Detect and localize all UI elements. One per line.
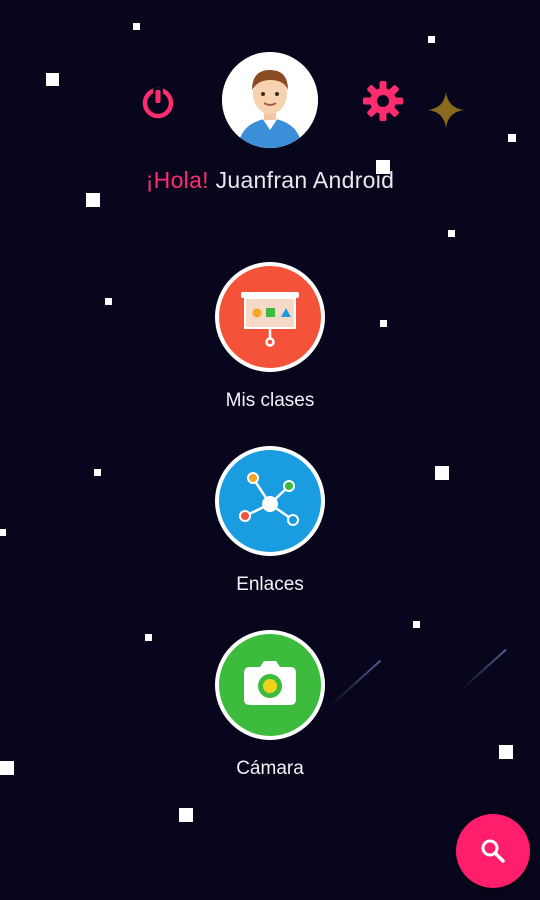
search-fab-button[interactable] bbox=[456, 814, 530, 888]
star bbox=[508, 134, 516, 142]
shooting-star bbox=[459, 648, 507, 692]
search-icon bbox=[481, 839, 505, 863]
star bbox=[0, 529, 6, 536]
mis-clases-label: Mis clases bbox=[225, 390, 315, 411]
camera-icon bbox=[244, 661, 296, 705]
user-avatar[interactable] bbox=[222, 52, 318, 148]
enlaces-label: Enlaces bbox=[236, 574, 304, 595]
star bbox=[145, 634, 152, 641]
star bbox=[448, 230, 455, 237]
menu-item-mis-clases[interactable]: Mis clases bbox=[190, 262, 350, 412]
sparkle-decoration bbox=[424, 88, 468, 132]
user-name: Juanfran Android bbox=[215, 167, 395, 193]
star bbox=[428, 36, 435, 43]
enlaces-button[interactable] bbox=[215, 446, 325, 556]
greeting-hello: ¡Hola! bbox=[145, 167, 209, 193]
camara-label: Cámara bbox=[236, 758, 304, 779]
star bbox=[499, 745, 513, 759]
star bbox=[86, 193, 100, 207]
sparkle-icon bbox=[428, 92, 464, 128]
star bbox=[0, 761, 14, 775]
menu-item-camara[interactable]: Cámara bbox=[190, 630, 350, 780]
camara-button[interactable] bbox=[215, 630, 325, 740]
star bbox=[94, 469, 101, 476]
gear-icon bbox=[363, 81, 403, 121]
power-icon bbox=[142, 87, 174, 119]
star bbox=[380, 320, 387, 327]
greeting-text: ¡Hola! Juanfran Android bbox=[0, 167, 540, 194]
network-links-icon bbox=[239, 472, 299, 526]
presentation-board-icon bbox=[241, 292, 299, 347]
settings-button[interactable] bbox=[360, 78, 406, 124]
mis-clases-button[interactable] bbox=[215, 262, 325, 372]
star bbox=[435, 466, 449, 480]
avatar-icon bbox=[222, 52, 318, 148]
star bbox=[46, 73, 59, 86]
app-screen: ¡Hola! Juanfran Android Mis clases Enlac… bbox=[0, 0, 540, 900]
power-button[interactable] bbox=[136, 80, 180, 124]
star bbox=[105, 298, 112, 305]
star bbox=[179, 808, 193, 822]
star bbox=[133, 23, 140, 30]
menu-item-enlaces[interactable]: Enlaces bbox=[190, 446, 350, 596]
star bbox=[413, 621, 420, 628]
